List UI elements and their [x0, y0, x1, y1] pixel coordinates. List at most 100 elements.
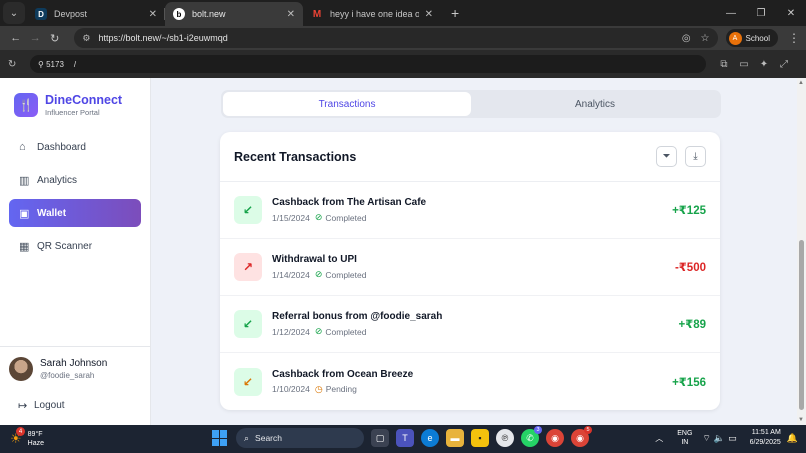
weather-widget[interactable]: ☀ 4 89°F Haze	[0, 427, 200, 448]
edge-icon[interactable]: e	[421, 429, 439, 447]
filter-button[interactable]: ⏷	[656, 146, 677, 167]
page-scrollbar[interactable]: ▲ ▼	[797, 78, 806, 425]
sidebar-item-wallet[interactable]: ▣ Wallet	[9, 199, 141, 227]
sidebar-item-qr-scanner[interactable]: ▦ QR Scanner	[9, 232, 141, 260]
star-icon[interactable]: ☆	[701, 33, 710, 44]
filter-icon: ⏷	[662, 151, 671, 162]
chrome-icon[interactable]: ◉	[546, 429, 564, 447]
scroll-up-icon[interactable]: ▲	[798, 80, 804, 86]
close-icon[interactable]: ✕	[149, 9, 157, 20]
clock[interactable]: 11:51 AM 6/29/2025	[750, 428, 781, 448]
transaction-status: Completed	[325, 269, 367, 280]
scroll-down-icon[interactable]: ▼	[798, 417, 804, 423]
chrome-profile-icon[interactable]: ◉ 5	[571, 426, 592, 447]
preview-path: /	[73, 59, 77, 69]
card-header: Recent Transactions ⏷ ⤓	[220, 132, 720, 182]
volume-icon[interactable]: 🔈	[714, 433, 725, 444]
table-row[interactable]: ↙ Cashback from The Artisan Cafe 1/15/20…	[220, 182, 720, 239]
address-bar[interactable]: ⚙ https://bolt.new/~/sb1-i2euwmqd ◎ ☆	[74, 28, 718, 48]
maximize-icon[interactable]: ❐	[746, 8, 776, 19]
back-arrow-icon[interactable]: ←	[6, 32, 25, 44]
home-icon: ⌂	[19, 141, 26, 153]
transaction-date: 1/15/2024	[272, 212, 310, 223]
battery-icon[interactable]: ▭	[728, 433, 737, 444]
table-row[interactable]: ↙ Cashback from Ocean Breeze 1/10/2024 ◷…	[220, 353, 720, 410]
tab-label: Devpost	[54, 9, 88, 19]
task-view-icon[interactable]: ▢	[371, 429, 389, 447]
tab-gmail[interactable]: M heyy i have one idea of a startu ✕	[303, 2, 441, 26]
bar-chart-icon: ▥	[19, 174, 30, 187]
scrollbar-thumb[interactable]	[799, 240, 804, 410]
file-explorer-icon[interactable]: ▬	[446, 429, 464, 447]
more-menu-icon[interactable]: ⋮	[788, 31, 800, 45]
sidebar-item-dashboard[interactable]: ⌂ Dashboard	[9, 133, 141, 161]
region-code: IN	[681, 439, 689, 446]
whatsapp-icon[interactable]: ✆ 3	[521, 426, 542, 447]
device-preview-icon[interactable]: ▭	[734, 59, 754, 70]
preview-actions: ⧉ ▭ ✦ ⤢	[714, 59, 794, 70]
qr-icon: ▦	[19, 240, 30, 253]
language-indicator[interactable]: ENG IN	[677, 429, 692, 447]
logout-label: Logout	[34, 400, 65, 411]
weather-temp: 89°F	[27, 431, 43, 438]
site-info-icon[interactable]: ⚙	[82, 33, 90, 44]
tab-search-button[interactable]: ⌄	[3, 2, 25, 24]
tab-analytics[interactable]: Analytics	[471, 92, 719, 116]
windows-start-icon[interactable]	[212, 430, 228, 446]
taskbar-apps: ⌕ Search ▢ T e ▬ ▪ ℗ ✆ 3 ◉ ◉ 5	[212, 426, 592, 448]
chevron-up-icon[interactable]: ︿	[655, 433, 663, 444]
forward-arrow-icon[interactable]: →	[25, 32, 44, 44]
fullscreen-icon[interactable]: ⤢	[774, 59, 794, 70]
clock-time: 11:51 AM	[751, 429, 781, 436]
taskbar-search[interactable]: ⌕ Search	[236, 428, 364, 448]
window-close-icon[interactable]: ✕	[776, 8, 806, 19]
transaction-title: Referral bonus from @foodie_sarah	[272, 311, 443, 322]
bolt-favicon-icon: b	[173, 8, 185, 20]
close-icon[interactable]: ✕	[425, 9, 433, 20]
logout-button[interactable]: ↦ Logout	[0, 399, 150, 412]
browser-toolbar: ← → ↻ ⚙ https://bolt.new/~/sb1-i2euwmqd …	[0, 26, 806, 50]
sticky-notes-icon[interactable]: ▪	[471, 429, 489, 447]
sidebar-item-label: Dashboard	[37, 141, 86, 153]
new-tab-button[interactable]: +	[451, 5, 459, 21]
table-row[interactable]: ↙ Referral bonus from @foodie_sarah 1/12…	[220, 296, 720, 353]
transaction-date: 1/14/2024	[272, 269, 310, 280]
download-icon: ⤓	[693, 151, 698, 162]
teams-icon[interactable]: T	[396, 429, 414, 447]
preview-reload-icon[interactable]: ↻	[8, 59, 22, 70]
brand-name: DineConnect	[45, 93, 123, 107]
tab-devpost[interactable]: D Devpost ✕	[27, 2, 165, 26]
profile-label: School	[745, 33, 770, 43]
table-row[interactable]: ↗ Withdrawal to UPI 1/14/2024 ⊘ Complete…	[220, 239, 720, 296]
sidebar-item-label: Wallet	[37, 207, 67, 219]
url-text[interactable]: https://bolt.new/~/sb1-i2euwmqd	[98, 33, 671, 43]
close-icon[interactable]: ✕	[287, 9, 295, 20]
sidebar: 🍴 DineConnect Influencer Portal ⌂ Dashbo…	[0, 78, 151, 425]
wifi-icon[interactable]: ⌔	[702, 433, 710, 444]
profile-button[interactable]: A School	[725, 29, 778, 47]
open-external-icon[interactable]: ⧉	[714, 59, 734, 70]
transaction-status: Pending	[325, 384, 357, 394]
tab-transactions[interactable]: Transactions	[223, 92, 471, 116]
transaction-amount: +₹89	[678, 319, 706, 331]
tab-bolt[interactable]: b bolt.new ✕	[165, 2, 303, 26]
download-button[interactable]: ⤓	[685, 146, 706, 167]
clock-icon: ◷	[314, 383, 323, 394]
notification-bell-icon[interactable]: 🔔	[787, 433, 798, 444]
transaction-date: 1/12/2024	[272, 326, 310, 337]
reload-icon[interactable]: ↻	[45, 32, 64, 45]
inspect-icon[interactable]: ✦	[754, 59, 774, 70]
transaction-amount: +₹125	[672, 205, 706, 217]
preview-path-input[interactable]: ⚲ 5173 /	[30, 55, 706, 73]
sun-haze-icon: ☀ 4	[10, 427, 25, 447]
sidebar-item-label: QR Scanner	[37, 240, 93, 252]
sidebar-item-analytics[interactable]: ▥ Analytics	[9, 166, 141, 194]
transactions-card: Recent Transactions ⏷ ⤓ ↙ Cashback from …	[220, 132, 720, 410]
check-circle-icon: ⊘	[314, 269, 323, 279]
arrow-down-left-icon: ↙	[234, 367, 262, 396]
eye-off-icon[interactable]: ◎	[682, 33, 691, 44]
transaction-title: Withdrawal to UPI	[272, 254, 357, 265]
app-icon[interactable]: ℗	[496, 429, 514, 447]
preview-bar: ↻ ⚲ 5173 / ⧉ ▭ ✦ ⤢	[0, 50, 806, 78]
minimize-icon[interactable]: —	[716, 8, 746, 19]
